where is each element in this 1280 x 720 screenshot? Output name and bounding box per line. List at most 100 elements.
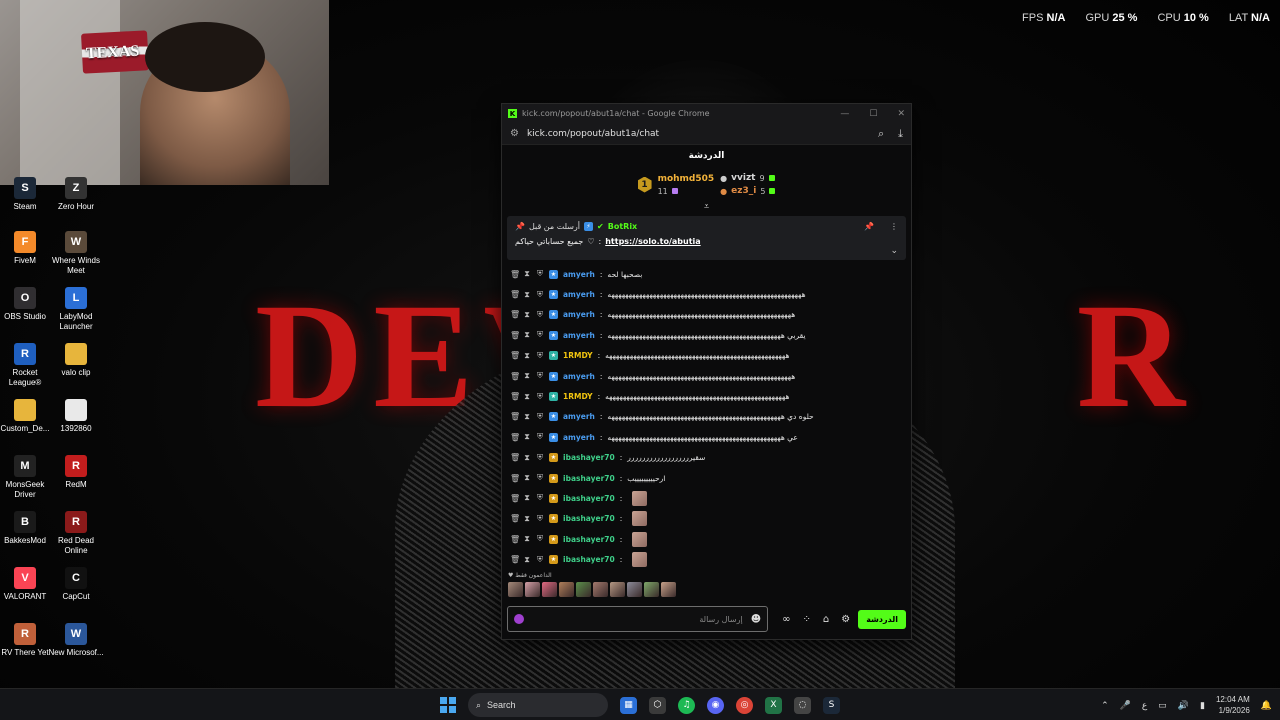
chat-username[interactable]: ibashayer70 bbox=[563, 535, 615, 544]
close-icon[interactable]: ✕ bbox=[897, 109, 905, 119]
chat-message[interactable]: 🗑 ⧗ ⛨ ★ amyerh: حلوه دي ههههههههههههههههههههه… bbox=[510, 407, 903, 427]
moderator-shield-icon[interactable]: ⛨ bbox=[536, 555, 544, 565]
store-icon[interactable]: ⌂ bbox=[823, 614, 829, 625]
moderator-shield-icon[interactable]: ⛨ bbox=[536, 514, 544, 524]
moderator-shield-icon[interactable]: ⛨ bbox=[536, 290, 544, 300]
chat-message[interactable]: 🗑 ⧗ ⛨ ★ ibashayer70: bbox=[510, 529, 903, 549]
chat-username[interactable]: ibashayer70 bbox=[563, 514, 615, 523]
pinned-message[interactable]: 📌 أرسلت من قبل ⚡ ✔ BotRix 📌 ⋮ جميع حسابا… bbox=[507, 216, 906, 260]
chat-message[interactable]: 🗑 ⧗ ⛨ ★ ibashayer70: bbox=[510, 549, 903, 569]
delete-icon[interactable]: 🗑 bbox=[510, 331, 520, 340]
timeout-icon[interactable]: ⧗ bbox=[523, 432, 531, 442]
chat-message[interactable]: 🗑 ⧗ ⛨ ★ amyerh: ههههههههههههههههههههههههههههه… bbox=[510, 305, 903, 325]
delete-icon[interactable]: 🗑 bbox=[510, 494, 520, 503]
collapse-arrow-icon[interactable]: ⩡ bbox=[502, 202, 911, 212]
chevron-down-icon[interactable]: ⌄ bbox=[890, 246, 898, 256]
chat-message[interactable]: 🗑 ⧗ ⛨ ★ amyerh: عي هههههههههههههههههههههههههه… bbox=[510, 427, 903, 447]
tray-expand-icon[interactable]: ⌃ bbox=[1101, 700, 1109, 711]
minimize-icon[interactable]: — bbox=[840, 109, 849, 119]
desktop-icon[interactable]: R Red Dead Online bbox=[48, 511, 104, 556]
desktop-icon[interactable]: valo clip bbox=[48, 343, 104, 378]
timeout-icon[interactable]: ⧗ bbox=[523, 371, 531, 381]
desktop-icon[interactable]: R RV There Yet bbox=[0, 623, 53, 658]
delete-icon[interactable]: 🗑 bbox=[510, 290, 520, 299]
steam-taskbar-icon[interactable]: S bbox=[823, 696, 840, 714]
delete-icon[interactable]: 🗑 bbox=[510, 270, 520, 279]
url-text[interactable]: kick.com/popout/abut1a/chat bbox=[527, 129, 659, 139]
desktop-icon[interactable]: B BakkesMod bbox=[0, 511, 53, 546]
delete-icon[interactable]: 🗑 bbox=[510, 474, 520, 483]
pinned-bot-name[interactable]: BotRix bbox=[608, 222, 637, 231]
chat-message[interactable]: 🗑 ⧗ ⛨ ★ amyerh: ههههههههههههههههههههههههههههه… bbox=[510, 366, 903, 386]
chat-username[interactable]: amyerh bbox=[563, 412, 595, 421]
more-options-icon[interactable]: ⋮ bbox=[890, 222, 898, 231]
obs-taskbar-icon[interactable]: ◌ bbox=[794, 696, 811, 714]
timeout-icon[interactable]: ⧗ bbox=[523, 269, 531, 279]
desktop-icon[interactable]: V VALORANT bbox=[0, 567, 53, 602]
notification-icon[interactable]: 🔔 bbox=[1261, 700, 1272, 711]
desktop-icon[interactable]: W New Microsof... bbox=[48, 623, 104, 658]
moderator-shield-icon[interactable]: ⛨ bbox=[536, 392, 544, 402]
supporter-emote[interactable] bbox=[576, 581, 591, 597]
moderator-shield-icon[interactable]: ⛨ bbox=[536, 534, 544, 544]
delete-icon[interactable]: 🗑 bbox=[510, 372, 520, 381]
zoom-search-icon[interactable]: ⌕ bbox=[878, 127, 884, 141]
site-settings-icon[interactable]: ⚙ bbox=[510, 128, 519, 139]
spotify-icon[interactable]: ♫ bbox=[678, 696, 695, 714]
delete-icon[interactable]: 🗑 bbox=[510, 310, 520, 319]
chat-message[interactable]: 🗑 ⧗ ⛨ ★ ibashayer70: سقيرررررررررررررررررر bbox=[510, 448, 903, 468]
chat-username[interactable]: 1RMDY bbox=[563, 392, 593, 401]
chat-message[interactable]: 🗑 ⧗ ⛨ ★ 1RMDY: هههههههههههههههههههههههههههههه… bbox=[510, 386, 903, 406]
address-bar[interactable]: ⚙ kick.com/popout/abut1a/chat ⌕ ⤓ bbox=[502, 123, 911, 145]
timeout-icon[interactable]: ⧗ bbox=[523, 330, 531, 340]
clock[interactable]: 12:04 AM 1/9/2026 bbox=[1216, 694, 1250, 716]
desktop-icon[interactable]: O OBS Studio bbox=[0, 287, 53, 322]
supporter-emote[interactable] bbox=[508, 581, 523, 597]
desktop-icon[interactable]: R Rocket League® bbox=[0, 343, 53, 388]
chat-username[interactable]: ibashayer70 bbox=[563, 494, 615, 503]
moderator-shield-icon[interactable]: ⛨ bbox=[536, 432, 544, 442]
chat-username[interactable]: amyerh bbox=[563, 331, 595, 340]
window-titlebar[interactable]: K kick.com/popout/abut1a/chat - Google C… bbox=[502, 104, 911, 123]
delete-icon[interactable]: 🗑 bbox=[510, 514, 520, 523]
chat-message[interactable]: 🗑 ⧗ ⛨ ★ ibashayer70: bbox=[510, 509, 903, 529]
timeout-icon[interactable]: ⧗ bbox=[523, 514, 531, 524]
chat-username[interactable]: amyerh bbox=[563, 290, 595, 299]
chat-username[interactable]: ibashayer70 bbox=[563, 555, 615, 564]
chat-message[interactable]: 🗑 ⧗ ⛨ ★ amyerh: بصحبها لحه bbox=[510, 264, 903, 284]
network-icon[interactable]: ▭ bbox=[1158, 700, 1167, 711]
moderator-shield-icon[interactable]: ⛨ bbox=[536, 412, 544, 422]
chat-username[interactable]: ibashayer70 bbox=[563, 474, 615, 483]
chat-message[interactable]: 🗑 ⧗ ⛨ ★ amyerh: ههههههههههههههههههههههههههههه… bbox=[510, 284, 903, 304]
unpin-icon[interactable]: 📌 bbox=[864, 222, 874, 231]
timeout-icon[interactable]: ⧗ bbox=[523, 534, 531, 544]
send-chat-button[interactable]: الدردشة bbox=[858, 609, 906, 629]
chat-username[interactable]: amyerh bbox=[563, 310, 595, 319]
chat-username[interactable]: 1RMDY bbox=[563, 351, 593, 360]
photos-app-icon[interactable]: ▦ bbox=[620, 696, 637, 714]
delete-icon[interactable]: 🗑 bbox=[510, 535, 520, 544]
timeout-icon[interactable]: ⧗ bbox=[523, 453, 531, 463]
chrome-icon[interactable]: ◎ bbox=[736, 696, 753, 714]
leader-first-name[interactable]: mohmd505 bbox=[658, 174, 715, 184]
timeout-icon[interactable]: ⧗ bbox=[523, 290, 531, 300]
app-icon[interactable]: ⬡ bbox=[649, 696, 666, 714]
delete-icon[interactable]: 🗑 bbox=[510, 453, 520, 462]
emote-picker-icon[interactable]: ⁘ bbox=[802, 614, 810, 625]
emoji-icon[interactable]: ☻ bbox=[751, 614, 761, 625]
chat-message[interactable]: 🗑 ⧗ ⛨ ★ 1RMDY: هههههههههههههههههههههههههههههه… bbox=[510, 346, 903, 366]
desktop-icon[interactable]: W Where Winds Meet bbox=[48, 231, 104, 276]
supporter-emote[interactable] bbox=[525, 581, 540, 597]
supporter-emote[interactable] bbox=[661, 581, 676, 597]
chat-input[interactable]: إرسال رسالة ☻ bbox=[507, 606, 769, 632]
infinity-icon[interactable]: ∞ bbox=[782, 614, 790, 625]
chat-message[interactable]: 🗑 ⧗ ⛨ ★ amyerh: يقربي ههههههههههههههههههههههه… bbox=[510, 325, 903, 345]
delete-icon[interactable]: 🗑 bbox=[510, 392, 520, 401]
delete-icon[interactable]: 🗑 bbox=[510, 351, 520, 360]
moderator-shield-icon[interactable]: ⛨ bbox=[536, 269, 544, 279]
desktop-icon[interactable]: F FiveM bbox=[0, 231, 53, 266]
taskbar-search[interactable]: ⌕ Search bbox=[468, 693, 608, 717]
desktop-icon[interactable]: Custom_De... bbox=[0, 399, 53, 434]
desktop-icon[interactable]: M MonsGeek Driver bbox=[0, 455, 53, 500]
voice-icon[interactable] bbox=[514, 614, 524, 624]
